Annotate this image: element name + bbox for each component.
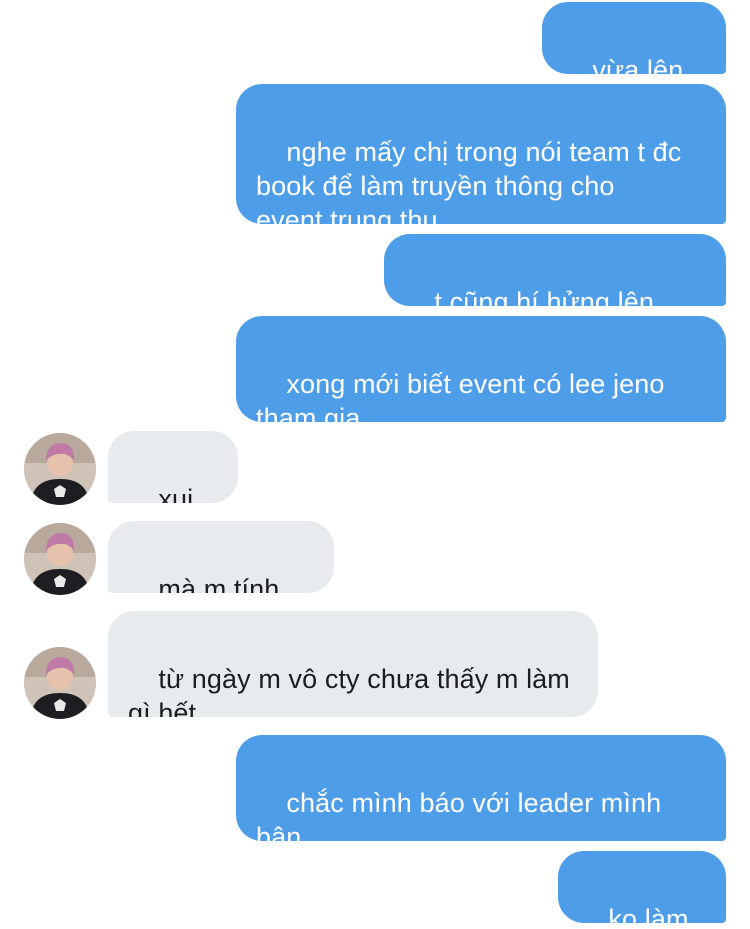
sent-message-bubble[interactable]: nghe mấy chị trong nói team t đc book để… [236, 84, 726, 224]
contact-avatar[interactable] [24, 433, 96, 505]
avatar-photo-icon [24, 433, 96, 505]
sent-message-bubble[interactable]: vừa lên cty [542, 2, 726, 74]
received-message-bubble[interactable]: mà m tính sao [108, 521, 334, 593]
sent-message-bubble[interactable]: ko làm đc [558, 851, 726, 923]
sent-message-bubble[interactable]: xong mới biết event có lee jeno tham gia [236, 316, 726, 422]
avatar-photo-icon [24, 647, 96, 719]
received-message-bubble[interactable]: xui thế [108, 431, 238, 503]
message-text: chắc mình báo với leader mình bận [256, 788, 662, 841]
contact-avatar[interactable] [24, 647, 96, 719]
avatar-photo-icon [24, 523, 96, 595]
message-text: t cũng hí hửng lên plan [434, 287, 654, 306]
message-text: từ ngày m vô cty chưa thấy m làm gì hết [128, 664, 570, 717]
message-text: mà m tính sao [158, 574, 280, 593]
sent-message-bubble[interactable]: chắc mình báo với leader mình bận [236, 735, 726, 841]
message-text: nghe mấy chị trong nói team t đc book để… [256, 137, 682, 224]
message-text: xong mới biết event có lee jeno tham gia [256, 369, 665, 422]
contact-avatar[interactable] [24, 523, 96, 595]
message-text: xui thế [158, 484, 194, 503]
sent-message-bubble[interactable]: t cũng hí hửng lên plan [384, 234, 726, 306]
message-text: vừa lên cty [592, 55, 684, 74]
chat-thread: vừa lên cty nghe mấy chị trong nói team … [0, 0, 750, 929]
received-message-bubble[interactable]: từ ngày m vô cty chưa thấy m làm gì hết [108, 611, 598, 717]
message-text: ko làm đc [608, 904, 689, 923]
